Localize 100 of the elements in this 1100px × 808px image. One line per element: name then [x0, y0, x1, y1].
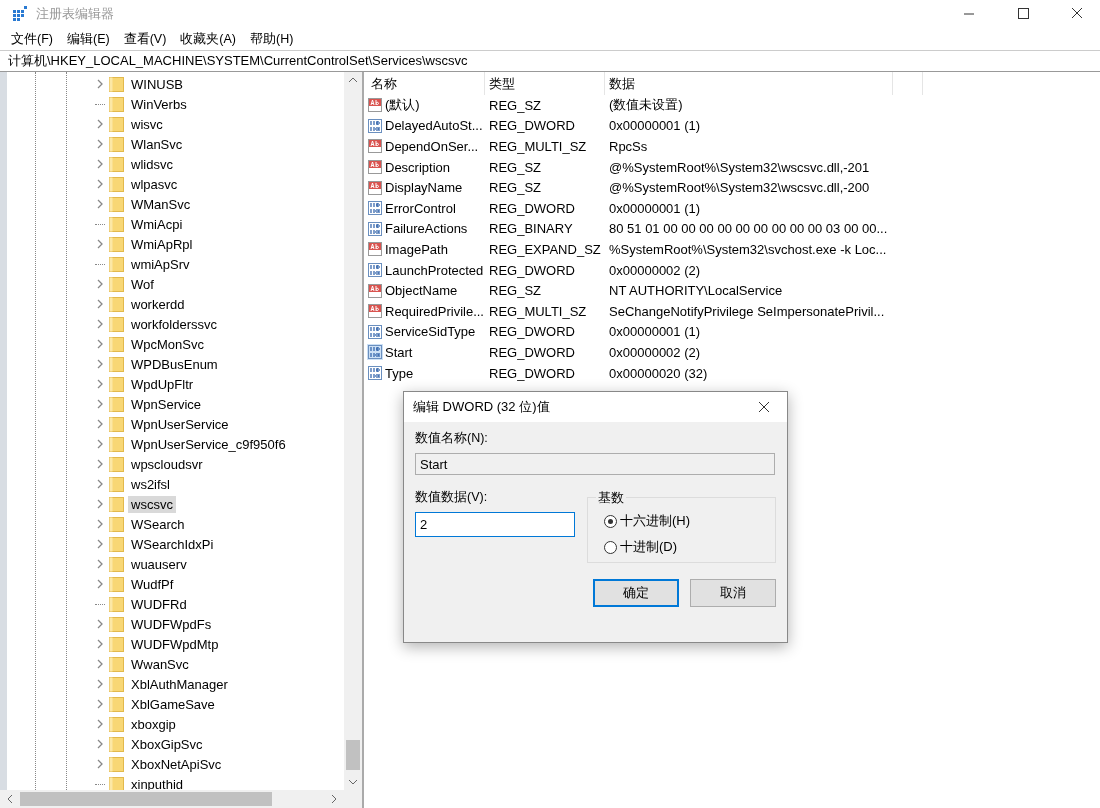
tree-item[interactable]: WpdUpFltr [128, 375, 197, 393]
tree-item[interactable]: WmiApRpl [128, 235, 196, 253]
radio-button[interactable] [604, 540, 617, 554]
tree-item[interactable]: XblGameSave [128, 695, 218, 713]
value-name[interactable]: DisplayName [385, 180, 463, 196]
tree-item[interactable]: WwanSvc [128, 655, 192, 673]
chevron-icon[interactable] [95, 619, 105, 629]
scroll-up-icon[interactable] [348, 76, 358, 84]
value-name[interactable]: Type [385, 365, 414, 381]
tree-item[interactable]: WpnUserService_c9f950f6 [128, 435, 289, 453]
chevron-icon[interactable] [95, 579, 105, 589]
value-name[interactable]: Description [385, 159, 451, 175]
chevron-icon[interactable] [95, 279, 105, 289]
value-name[interactable]: DependOnSer... [385, 139, 479, 154]
scroll-thumb[interactable] [20, 792, 272, 806]
scroll-right-icon[interactable] [330, 794, 338, 804]
tree-item[interactable]: XblAuthManager [128, 675, 231, 693]
chevron-icon[interactable] [95, 479, 105, 489]
column-header[interactable]: 名称 [367, 72, 485, 95]
tree-item[interactable]: WUDFWpdMtp [128, 635, 222, 653]
tree-item[interactable]: WinVerbs [128, 95, 190, 113]
menu-item[interactable]: 收藏夹(A) [173, 28, 243, 50]
tree-item[interactable]: wlpasvc [128, 175, 181, 193]
chevron-icon[interactable] [95, 419, 105, 429]
chevron-icon[interactable] [95, 159, 105, 169]
menu-item[interactable]: 帮助(H) [243, 28, 301, 50]
chevron-icon[interactable] [95, 79, 105, 89]
chevron-icon[interactable] [95, 379, 105, 389]
value-name[interactable]: ServiceSidType [385, 324, 476, 340]
scroll-thumb[interactable] [346, 740, 360, 770]
radio-label[interactable]: 十进制(D) [620, 538, 678, 556]
value-name[interactable]: ObjectName [385, 283, 458, 299]
value-data-field[interactable]: 2 [415, 512, 575, 537]
tree-item[interactable]: WpnService [128, 395, 205, 413]
tree-item[interactable]: WManSvc [128, 195, 194, 213]
chevron-icon[interactable] [95, 319, 105, 329]
chevron-icon[interactable] [95, 639, 105, 649]
value-name[interactable]: (默认) [385, 96, 420, 115]
menu-item[interactable]: 查看(V) [116, 28, 174, 50]
value-name[interactable]: ImagePath [385, 241, 448, 257]
chevron-icon[interactable] [95, 299, 105, 309]
vertical-scrollbar[interactable] [344, 72, 362, 790]
value-name-field[interactable]: Start [415, 453, 775, 475]
chevron-icon[interactable] [95, 119, 105, 129]
chevron-icon[interactable] [95, 559, 105, 569]
chevron-icon[interactable] [95, 399, 105, 409]
chevron-icon[interactable] [95, 739, 105, 749]
tree-item[interactable]: wisvc [128, 115, 166, 133]
tree-item[interactable]: WmiAcpi [128, 215, 186, 233]
dialog-button[interactable]: 确定 [593, 579, 679, 607]
tree-item[interactable]: wmiApSrv [128, 255, 193, 273]
tree-item[interactable]: xboxgip [128, 715, 179, 733]
tree-item[interactable]: WudfPf [128, 575, 177, 593]
column-header[interactable]: 类型 [485, 72, 605, 95]
tree-item[interactable]: WUDFRd [128, 595, 190, 613]
tree-item[interactable]: wlidsvc [128, 155, 176, 173]
chevron-icon[interactable] [95, 199, 105, 209]
chevron-icon[interactable] [95, 659, 105, 669]
tree-item[interactable]: WlanSvc [128, 135, 186, 153]
value-name[interactable]: ErrorControl [385, 200, 456, 216]
value-name[interactable]: DelayedAutoSt... [385, 118, 483, 134]
tree-item[interactable]: WSearch [128, 515, 188, 533]
scroll-down-icon[interactable] [348, 778, 358, 786]
tree-item[interactable]: wpscloudsvr [128, 455, 206, 473]
chevron-icon[interactable] [95, 339, 105, 349]
tree-item[interactable]: workfolderssvc [128, 315, 220, 333]
chevron-icon[interactable] [95, 719, 105, 729]
chevron-icon[interactable] [95, 179, 105, 189]
column-header[interactable]: 数据 [605, 72, 893, 95]
horizontal-scrollbar[interactable] [0, 790, 362, 808]
chevron-icon[interactable] [95, 679, 105, 689]
tree-item[interactable]: WINUSB [128, 75, 186, 93]
chevron-icon[interactable] [95, 359, 105, 369]
chevron-icon[interactable] [95, 139, 105, 149]
tree-item[interactable]: WpcMonSvc [128, 335, 207, 353]
radio-button[interactable] [604, 514, 617, 528]
menu-item[interactable]: 编辑(E) [59, 28, 117, 50]
radio-label[interactable]: 十六进制(H) [620, 512, 691, 530]
tree-item[interactable]: WSearchIdxPi [128, 535, 217, 553]
menu-item[interactable]: 文件(F) [4, 28, 60, 50]
tree-item[interactable]: XboxNetApiSvc [128, 755, 225, 773]
tree-item[interactable]: WUDFWpdFs [128, 615, 215, 633]
address-bar[interactable]: 计算机\HKEY_LOCAL_MACHINE\SYSTEM\CurrentControlSet\Services\wscsvc [0, 50, 1100, 72]
chevron-icon[interactable] [95, 239, 105, 249]
tree-item[interactable]: Wof [128, 275, 157, 293]
chevron-icon[interactable] [95, 499, 105, 509]
value-name[interactable]: RequiredPrivile... [385, 303, 484, 319]
value-name[interactable]: LaunchProtected [385, 262, 484, 278]
tree-item[interactable]: wuauserv [128, 555, 190, 573]
tree-item[interactable]: WpnUserService [128, 415, 232, 433]
chevron-icon[interactable] [95, 699, 105, 709]
chevron-icon[interactable] [95, 459, 105, 469]
value-name[interactable]: Start [385, 344, 413, 360]
scroll-left-icon[interactable] [6, 794, 14, 804]
chevron-icon[interactable] [95, 759, 105, 769]
value-name[interactable]: FailureActions [385, 221, 468, 237]
tree-item[interactable]: wscsvc [128, 495, 176, 513]
tree-item[interactable]: XboxGipSvc [128, 735, 206, 753]
chevron-icon[interactable] [95, 519, 105, 529]
chevron-icon[interactable] [95, 439, 105, 449]
